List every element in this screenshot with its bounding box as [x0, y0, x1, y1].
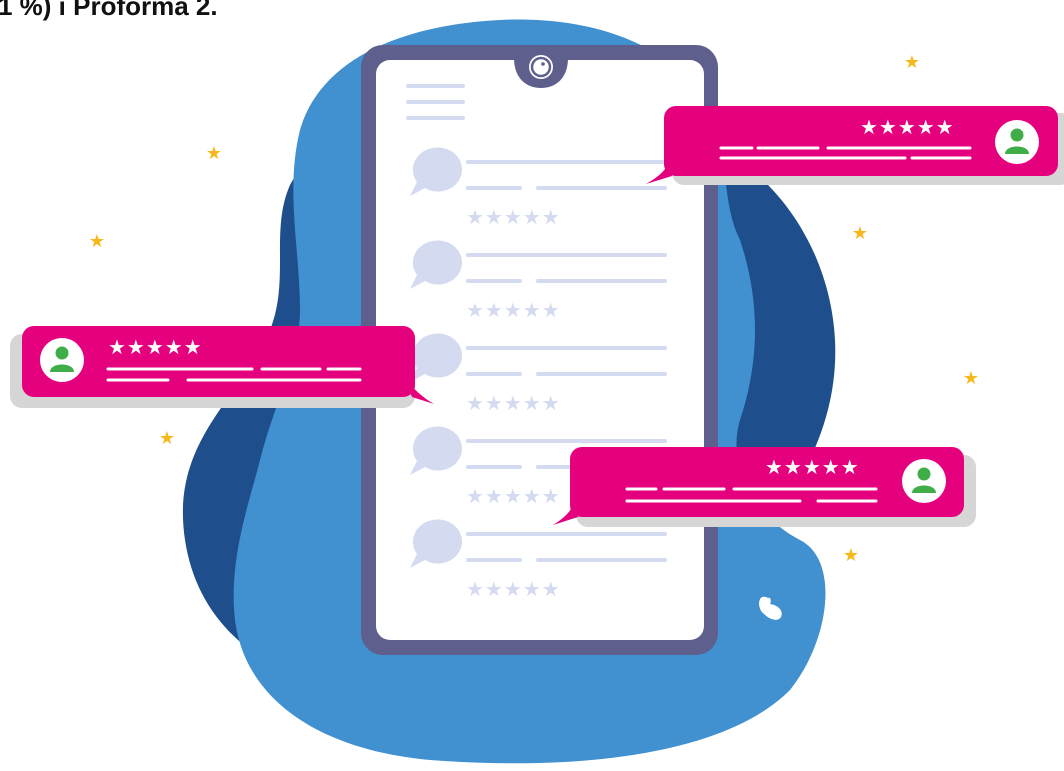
rating-stars: ★★★★★	[466, 205, 561, 229]
review-bubble-top-right: ★★★★★	[646, 106, 1064, 185]
rating-stars: ★★★★★	[466, 298, 561, 322]
rating-stars: ★★★★★	[860, 115, 955, 139]
star-icon: ★	[904, 52, 920, 73]
rating-stars: ★★★★★	[466, 484, 561, 508]
review-bubble-bottom-right: ★★★★★	[553, 447, 976, 527]
user-avatar-icon	[902, 459, 946, 503]
phone-camera-icon	[529, 55, 553, 79]
star-icon: ★	[159, 428, 175, 449]
star-icon: ★	[843, 545, 859, 566]
user-avatar-icon	[995, 120, 1039, 164]
star-icon: ★	[852, 223, 868, 244]
user-avatar-icon	[40, 338, 84, 382]
star-icon: ★	[89, 231, 105, 252]
review-bubble-left: ★★★★★	[10, 326, 434, 408]
star-icon: ★	[206, 143, 222, 164]
rating-stars: ★★★★★	[765, 455, 860, 479]
reviews-illustration: ★★★★★ ★★★★★ ★★★★★ ★★★★★ ★★★★★ ★★★★★ ★★★★…	[10, 19, 1064, 764]
rating-stars: ★★★★★	[466, 391, 561, 415]
rating-stars: ★★★★★	[108, 335, 203, 359]
rating-stars: ★★★★★	[466, 577, 561, 601]
star-icon: ★	[963, 368, 979, 389]
